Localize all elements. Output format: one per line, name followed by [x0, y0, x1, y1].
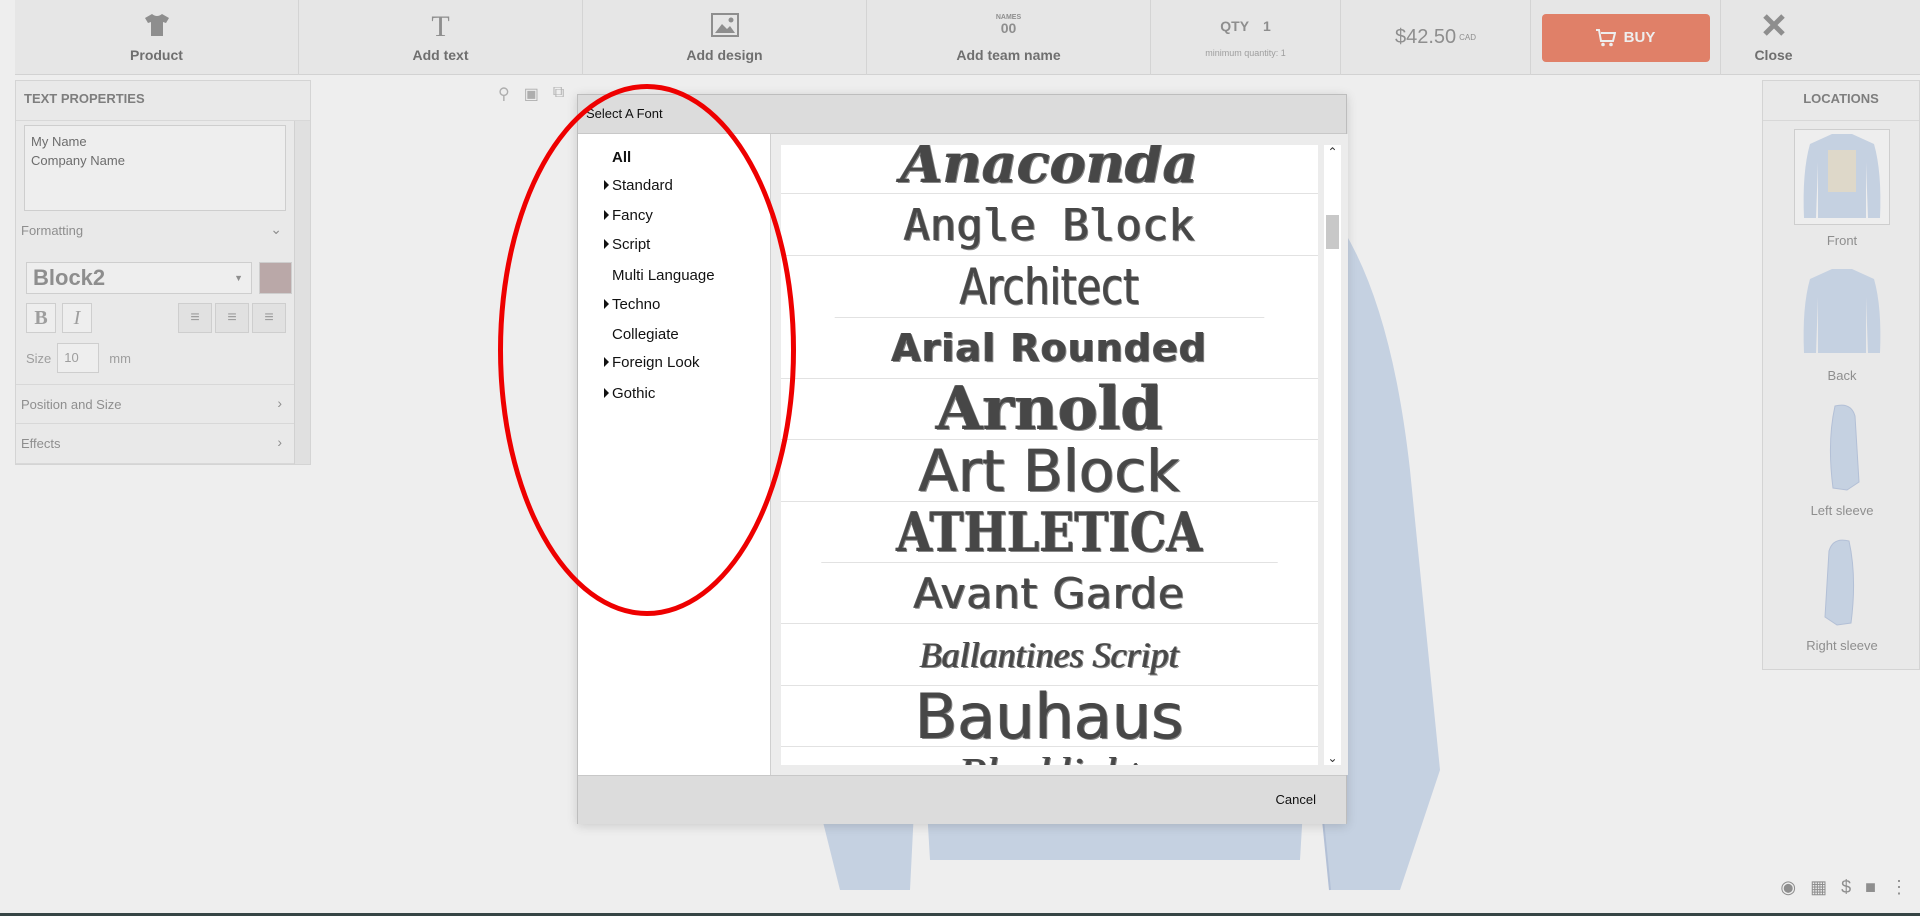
- font-option-bauhaus[interactable]: Bauhaus: [781, 686, 1318, 747]
- font-option-angle-block[interactable]: Angle Block: [781, 195, 1318, 256]
- dialog-footer: Cancel: [578, 775, 1346, 824]
- category-label: Foreign Look: [612, 354, 700, 371]
- font-option-arnold[interactable]: Arnold: [781, 379, 1318, 440]
- font-option-art-block[interactable]: Art Block: [781, 441, 1318, 502]
- font-list-scrollbar[interactable]: ⌃ ⌄: [1324, 145, 1341, 765]
- category-label: Techno: [612, 296, 661, 313]
- font-option-ballantines-script[interactable]: Ballantines Script: [781, 625, 1318, 686]
- category-label: Fancy: [612, 207, 653, 224]
- category-standard[interactable]: Standard: [604, 177, 673, 194]
- category-multi-language[interactable]: Multi Language: [612, 267, 715, 284]
- category-gothic[interactable]: Gothic: [604, 385, 656, 402]
- scrollbar-thumb[interactable]: [1326, 215, 1339, 249]
- font-option-blocklight[interactable]: Blocklight: [781, 748, 1318, 765]
- select-font-dialog: Select A Font All Standard Fancy Script …: [577, 94, 1348, 824]
- category-all[interactable]: All: [612, 149, 631, 166]
- expand-triangle-icon[interactable]: [604, 239, 609, 249]
- font-list-viewport: Anaconda Angle Block Architect Arial Rou…: [781, 145, 1318, 765]
- font-option-athletica[interactable]: ATHLETICA: [821, 502, 1278, 563]
- category-label: Collegiate: [612, 326, 679, 343]
- font-preview-list: Anaconda Angle Block Architect Arial Rou…: [771, 134, 1348, 775]
- dialog-title: Select A Font: [578, 95, 1346, 134]
- chevron-up-icon[interactable]: ⌃: [1324, 145, 1341, 159]
- expand-triangle-icon[interactable]: [604, 210, 609, 220]
- expand-triangle-icon[interactable]: [604, 357, 609, 367]
- font-option-arial-rounded[interactable]: Arial Rounded: [781, 318, 1318, 379]
- font-option-avant-garde[interactable]: Avant Garde: [781, 563, 1318, 624]
- category-label: Standard: [612, 177, 673, 194]
- font-category-list: All Standard Fancy Script Multi Language…: [578, 134, 771, 775]
- expand-triangle-icon[interactable]: [604, 180, 609, 190]
- chevron-down-icon[interactable]: ⌄: [1324, 751, 1341, 765]
- category-fancy[interactable]: Fancy: [604, 207, 653, 224]
- category-label: Gothic: [612, 385, 656, 402]
- category-label: Multi Language: [612, 267, 715, 284]
- font-option-anaconda[interactable]: Anaconda: [781, 145, 1318, 194]
- category-foreign-look[interactable]: Foreign Look: [604, 354, 700, 371]
- category-label: Script: [612, 236, 651, 253]
- category-script[interactable]: Script: [604, 236, 651, 253]
- category-techno[interactable]: Techno: [604, 296, 661, 313]
- font-option-architect[interactable]: Architect: [834, 257, 1265, 318]
- expand-triangle-icon[interactable]: [604, 388, 609, 398]
- category-label: All: [612, 149, 632, 166]
- expand-triangle-icon[interactable]: [604, 299, 609, 309]
- cancel-button[interactable]: Cancel: [1276, 792, 1316, 807]
- category-collegiate[interactable]: Collegiate: [612, 326, 679, 343]
